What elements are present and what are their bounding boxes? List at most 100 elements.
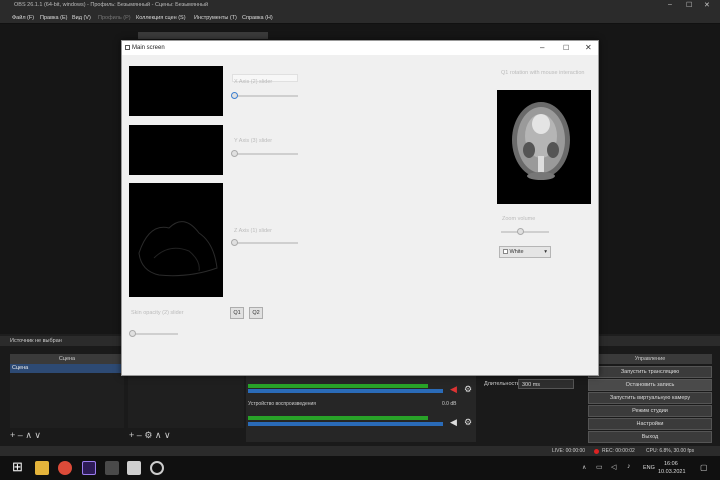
studio-mode-button[interactable]: Режим студии	[588, 405, 712, 417]
taskbar: ⊞ ∧ ▭ ◁ ♪ ENG 16:06 10.03.2021 ▢	[0, 456, 720, 480]
z-axis-slider[interactable]	[232, 242, 298, 244]
app-icon	[125, 45, 130, 50]
chevron-down-icon: ▾	[544, 249, 547, 255]
exit-button[interactable]: Выход	[588, 431, 712, 443]
3d-render-view[interactable]	[497, 90, 591, 204]
windows-start-icon[interactable]: ⊞	[12, 459, 23, 475]
skin-opacity-slider-handle[interactable]	[129, 330, 136, 337]
speaker-icon[interactable]: ♪	[627, 463, 631, 470]
maximize-icon[interactable]: ☐	[563, 44, 569, 52]
clock-date[interactable]: 10.03.2021	[658, 469, 686, 475]
menu-profile[interactable]: Профиль (P)	[98, 15, 131, 21]
obs-title: OBS 26.1.1 (64-bit, windows) - Профиль: …	[14, 2, 209, 8]
tray-chevron-icon[interactable]: ∧	[582, 464, 586, 471]
close-icon[interactable]: ✕	[704, 1, 710, 9]
speaker-icon[interactable]: ◀	[450, 417, 457, 428]
chrome-icon[interactable]	[58, 461, 72, 475]
list-item[interactable]: Сцена	[10, 364, 124, 373]
transition-duration-input[interactable]: 300 ms	[518, 379, 574, 389]
volume-render-image	[512, 102, 570, 180]
zoom-volume-slider-handle[interactable]	[517, 228, 524, 235]
down-icon[interactable]: ∨	[34, 430, 41, 440]
level-meter	[248, 384, 428, 388]
clock-time[interactable]: 16:06	[664, 461, 678, 467]
remove-icon[interactable]: –	[18, 430, 23, 440]
menu-scene-collection[interactable]: Коллекция сцен (S)	[136, 15, 186, 21]
source-controls: + – ⚙ ∧ ∨	[129, 430, 171, 441]
color-select-value: White	[509, 249, 524, 255]
mixer-db: 0.0 dB	[442, 401, 457, 407]
menu-edit[interactable]: Правка (E)	[40, 15, 67, 21]
z-axis-slider-handle[interactable]	[231, 239, 238, 246]
stop-recording-button[interactable]: Остановить запись	[588, 379, 712, 391]
file-explorer-icon[interactable]	[35, 461, 49, 475]
start-streaming-button[interactable]: Запустить трансляцию	[588, 366, 712, 378]
volume-icon[interactable]: ◁	[611, 463, 616, 471]
transition-duration-label: Длительность	[484, 381, 520, 387]
y-axis-slider-handle[interactable]	[231, 150, 238, 157]
y-axis-label: Y Axis (3) slider	[234, 138, 273, 144]
scene-controls: + – ∧ ∨	[10, 430, 41, 441]
start-virtual-camera-button[interactable]: Запустить виртуальную камеру	[588, 392, 712, 404]
app-icon[interactable]	[105, 461, 119, 475]
gear-icon[interactable]: ⚙	[464, 417, 472, 428]
level-meter	[248, 416, 428, 420]
main-screen-window: Main screen – ☐ ✕ X Axis (2) slider Y Ax…	[121, 40, 599, 376]
rec-status: REC: 00:00:02	[602, 448, 635, 454]
menu-file[interactable]: Файл (F)	[12, 15, 34, 21]
live-status: LIVE: 00:00:00	[552, 448, 586, 454]
muted-speaker-icon[interactable]: ◀	[450, 384, 457, 395]
x-axis-label: X Axis (2) slider	[234, 79, 273, 85]
python-app-icon[interactable]	[127, 461, 141, 475]
x-axis-slider-handle[interactable]	[231, 92, 238, 99]
z-axis-label: Z Axis (1) slider	[234, 228, 272, 234]
up-icon[interactable]: ∧	[155, 430, 162, 440]
q2-button[interactable]: Q2	[249, 307, 263, 319]
volume-slider[interactable]	[248, 389, 443, 393]
record-icon	[594, 449, 599, 454]
zoom-volume-slider[interactable]	[501, 231, 549, 233]
scenes-header: Сцена	[10, 354, 124, 364]
obs-title-bar: OBS 26.1.1 (64-bit, windows) - Профиль: …	[0, 0, 720, 12]
close-icon[interactable]: ✕	[585, 43, 592, 52]
menu-help[interactable]: Справка (H)	[242, 15, 273, 21]
down-icon[interactable]: ∨	[164, 430, 171, 440]
audio-mixer: ◀ ⚙ Устройство воспроизведения 0.0 dB ◀ …	[246, 376, 476, 442]
add-icon[interactable]: +	[10, 430, 15, 440]
after-effects-icon[interactable]	[82, 461, 96, 475]
gear-icon[interactable]: ⚙	[144, 430, 152, 440]
network-icon[interactable]: ▭	[596, 463, 603, 471]
remove-icon[interactable]: –	[137, 430, 142, 440]
obs-status-bar: LIVE: 00:00:00 REC: 00:00:02 CPU: 6.8%, …	[0, 446, 720, 456]
minimize-icon[interactable]: –	[668, 1, 672, 8]
x-axis-slider[interactable]	[232, 95, 298, 97]
q1-button[interactable]: Q1	[230, 307, 244, 319]
volume-slider[interactable]	[248, 422, 443, 426]
background-window-tab	[138, 32, 268, 39]
controls-header: Управление	[588, 354, 712, 364]
minimize-icon[interactable]: –	[540, 43, 544, 52]
add-icon[interactable]: +	[129, 430, 134, 440]
cpu-status: CPU: 6.8%, 30.00 fps	[646, 448, 695, 454]
y-axis-view	[129, 125, 223, 175]
main-window-title-bar: Main screen – ☐ ✕	[122, 41, 598, 55]
color-select[interactable]: White ▾	[499, 246, 551, 258]
y-axis-slider[interactable]	[232, 153, 298, 155]
obs-icon[interactable]	[150, 461, 164, 475]
settings-button[interactable]: Настройки	[588, 418, 712, 430]
z-axis-view	[129, 183, 223, 297]
maximize-icon[interactable]: ☐	[686, 1, 692, 9]
skin-opacity-slider[interactable]	[130, 333, 178, 335]
language-indicator[interactable]: ENG	[643, 465, 655, 471]
gear-icon[interactable]: ⚙	[464, 384, 472, 395]
scenes-list: Сцена	[10, 364, 124, 428]
notifications-icon[interactable]: ▢	[700, 463, 708, 472]
menu-view[interactable]: Вид (V)	[72, 15, 91, 21]
q1-rotation-label: Q1 rotation with mouse interaction	[501, 70, 585, 76]
color-swatch-icon	[503, 249, 508, 255]
up-icon[interactable]: ∧	[25, 430, 32, 440]
x-axis-view	[129, 66, 223, 116]
main-window-title: Main screen	[132, 45, 165, 51]
menu-tools[interactable]: Инструменты (T)	[194, 15, 237, 21]
skin-opacity-label: Skin opacity (2) slider	[131, 310, 184, 316]
